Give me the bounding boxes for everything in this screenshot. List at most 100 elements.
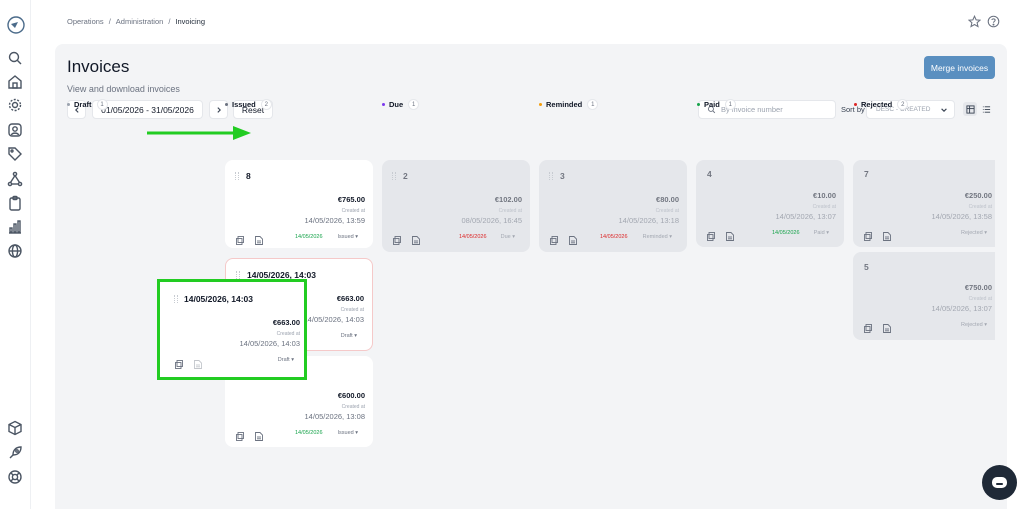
status-label: Issued <box>337 234 354 240</box>
column-count: 2 <box>897 99 909 110</box>
copy-icon[interactable] <box>236 428 244 446</box>
created-date: 14/05/2026, 14:03 <box>239 339 300 348</box>
topbar: Operations / Administration / Invoicing <box>31 0 1024 44</box>
clipboard-icon[interactable] <box>7 195 23 211</box>
drag-handle-icon[interactable] <box>392 172 396 180</box>
network-icon[interactable] <box>7 171 23 187</box>
document-icon[interactable] <box>726 228 734 246</box>
chat-button[interactable] <box>982 465 1017 500</box>
column-header-reminded: Reminded 1 <box>539 99 599 110</box>
drag-handle-icon[interactable] <box>235 172 239 180</box>
chart-icon[interactable] <box>7 219 23 235</box>
breadcrumb-item[interactable]: Administration <box>116 17 164 26</box>
dragged-invoice-card[interactable]: 14/05/2026, 14:03 €663.00 Created at 14/… <box>157 279 307 380</box>
status-dropdown[interactable]: Issued ▾ <box>337 234 358 240</box>
invoice-number: 5 <box>864 262 869 272</box>
document-icon[interactable] <box>883 228 891 246</box>
document-icon[interactable] <box>569 232 577 250</box>
invoice-number: 7 <box>864 169 869 179</box>
drag-handle-icon[interactable] <box>174 295 178 303</box>
box-icon[interactable] <box>7 420 23 436</box>
created-label: Created at <box>968 296 992 302</box>
status-label: Rejected <box>960 230 983 236</box>
user-icon[interactable] <box>7 122 23 138</box>
status-label: Issued <box>337 430 354 436</box>
copy-icon[interactable] <box>393 232 401 250</box>
invoice-number: 4 <box>707 169 712 179</box>
document-icon[interactable] <box>255 428 263 446</box>
invoice-card-2[interactable]: 2 €102.00 Created at 08/05/2026, 16:45 1… <box>382 160 530 252</box>
column-header-paid: Paid 1 <box>697 99 736 110</box>
document-icon[interactable] <box>255 232 263 250</box>
rocket-icon[interactable] <box>7 445 23 461</box>
invoice-card-4[interactable]: 4 €10.00 Created at 14/05/2026, 13:07 14… <box>696 160 844 247</box>
list-icon <box>982 105 990 113</box>
status-label: Paid <box>813 230 825 236</box>
status-dropdown[interactable]: Rejected ▾ <box>961 230 987 236</box>
status-label: Draft <box>340 333 353 339</box>
invoice-card-5[interactable]: 5 €750.00 Created at 14/05/2026, 13:07 R… <box>853 252 995 340</box>
merge-invoices-button[interactable]: Merge invoices <box>924 56 995 79</box>
status-dropdown[interactable]: Paid ▾ <box>814 230 829 236</box>
column-title: Draft <box>74 100 92 109</box>
created-date: 14/05/2026, 13:08 <box>304 412 365 421</box>
chevron-right-icon <box>216 106 221 113</box>
tag-icon[interactable] <box>7 146 23 162</box>
created-label: Created at <box>341 208 365 214</box>
app-logo[interactable] <box>6 15 26 35</box>
status-label: Rejected <box>960 322 983 328</box>
invoice-card-7[interactable]: 7 €250.00 Created at 14/05/2026, 13:58 R… <box>853 160 995 247</box>
created-date: 14/05/2026, 13:59 <box>304 216 365 225</box>
column-header-issued: Issued 2 <box>225 99 272 110</box>
invoice-number: 14/05/2026, 14:03 <box>184 294 254 304</box>
copy-icon[interactable] <box>236 232 244 250</box>
payment-date: 14/05/2026 <box>459 234 487 240</box>
copy-icon[interactable] <box>864 228 872 246</box>
status-dropdown[interactable]: Due ▾ <box>501 234 515 240</box>
column-header-rejected: Rejected 2 <box>854 99 909 110</box>
status-dropdown[interactable]: Issued ▾ <box>337 430 358 436</box>
copy-icon[interactable] <box>175 356 183 374</box>
document-icon[interactable] <box>194 356 202 374</box>
settings-icon[interactable] <box>7 97 23 113</box>
drag-handle-icon[interactable] <box>549 172 553 180</box>
column-count: 1 <box>408 99 420 110</box>
created-label: Created at <box>341 404 365 410</box>
status-dropdown[interactable]: Rejected ▾ <box>961 322 987 328</box>
breadcrumb-item[interactable]: Operations <box>67 17 104 26</box>
invoice-card-8[interactable]: 8 €765.00 Created at 14/05/2026, 13:59 1… <box>225 160 373 248</box>
status-dropdown[interactable]: Reminded ▾ <box>643 234 672 240</box>
globe-icon[interactable] <box>7 243 23 259</box>
copy-icon[interactable] <box>864 320 872 338</box>
help-icon[interactable] <box>987 15 1000 33</box>
invoice-amount: €102.00 <box>494 195 522 204</box>
copy-icon[interactable] <box>707 228 715 246</box>
lifebuoy-icon[interactable] <box>7 469 23 485</box>
list-view-button[interactable] <box>979 102 993 116</box>
document-icon[interactable] <box>412 232 420 250</box>
created-label: Created at <box>498 208 522 214</box>
column-count: 1 <box>96 99 108 110</box>
star-icon[interactable] <box>967 14 982 33</box>
column-count: 1 <box>587 99 599 110</box>
column-title: Issued <box>232 100 256 109</box>
status-dropdown[interactable]: Draft ▾ <box>278 357 294 363</box>
invoice-amount: €750.00 <box>964 283 992 292</box>
invoice-amount: €765.00 <box>337 195 365 204</box>
copy-icon[interactable] <box>550 232 558 250</box>
invoice-number: 8 <box>246 171 251 181</box>
search-icon[interactable] <box>7 50 23 66</box>
home-icon[interactable] <box>7 74 23 90</box>
status-dropdown[interactable]: Draft ▾ <box>341 333 357 339</box>
status-label: Draft <box>277 357 290 363</box>
document-icon[interactable] <box>883 320 891 338</box>
date-range-picker[interactable]: 01/05/2026 - 31/05/2026 <box>92 100 203 119</box>
page-subtitle: View and download invoices <box>67 84 180 94</box>
created-label: Created at <box>276 331 300 337</box>
invoice-amount: €10.00 <box>813 191 836 200</box>
invoice-card-3[interactable]: 3 €80.00 Created at 14/05/2026, 13:18 14… <box>539 160 687 252</box>
drag-handle-icon[interactable] <box>236 271 240 279</box>
breadcrumb-current: Invoicing <box>175 17 206 26</box>
board-view-button[interactable] <box>963 102 977 116</box>
column-header-due: Due 1 <box>382 99 420 110</box>
